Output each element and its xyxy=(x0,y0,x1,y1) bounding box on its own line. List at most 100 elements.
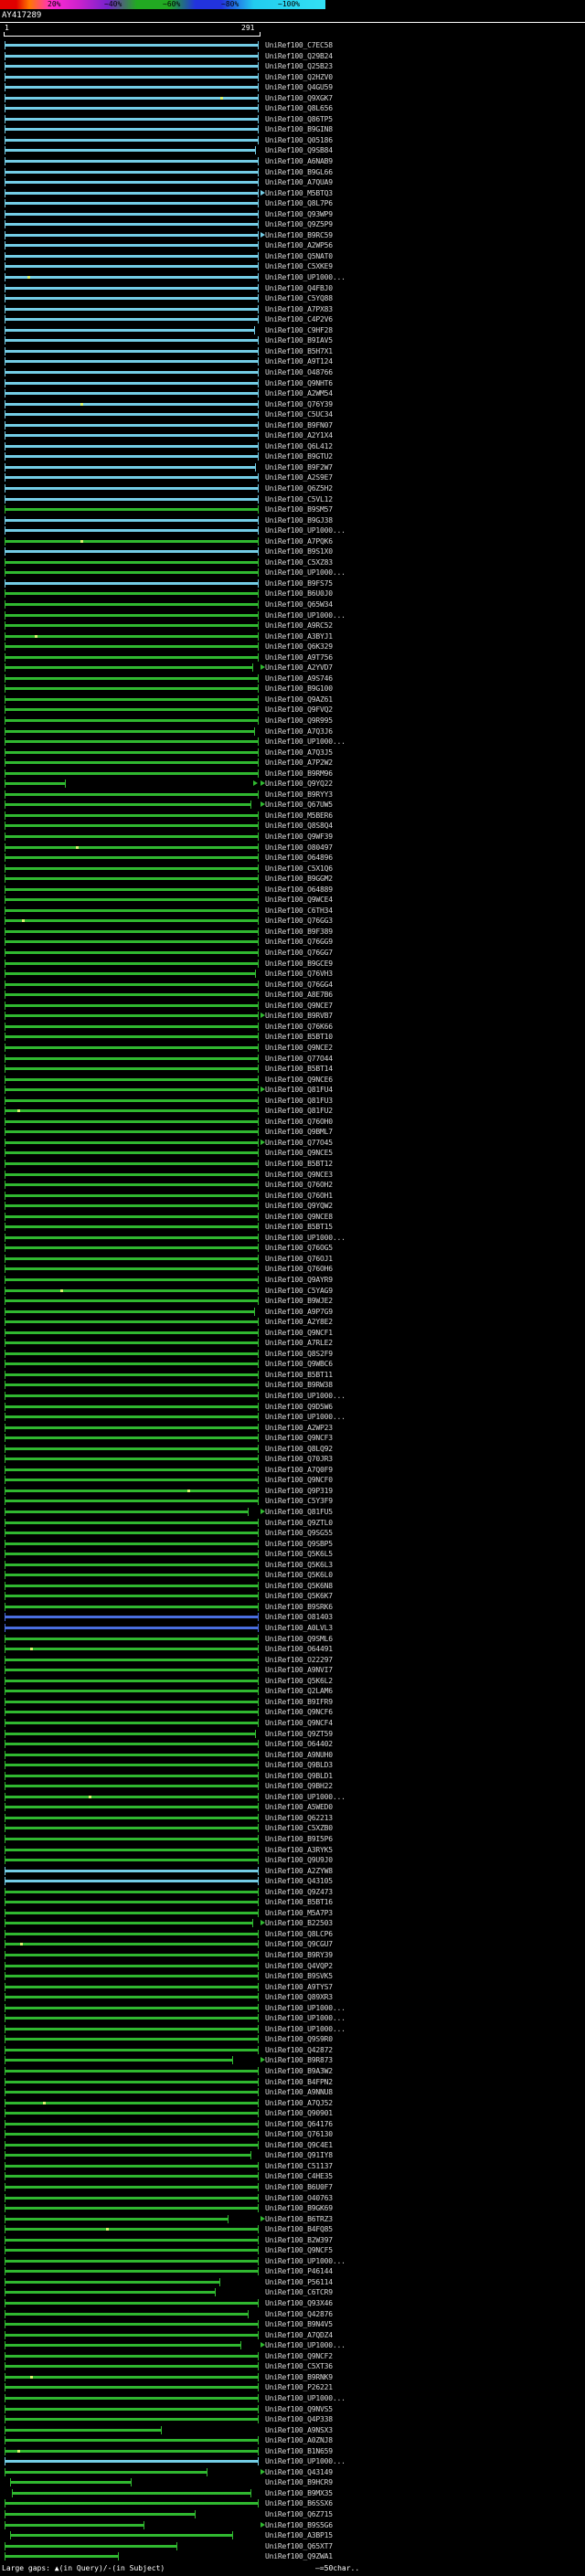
hit-label[interactable]: UniRef100_Q4FBJ0 xyxy=(265,284,333,292)
hit-label[interactable]: UniRef100_Q9ZWA1 xyxy=(265,2553,333,2560)
alignment-row[interactable]: UniRef100_UP1000... xyxy=(0,1412,585,1423)
hit-bar[interactable] xyxy=(5,782,66,786)
hit-bar[interactable] xyxy=(5,919,259,923)
alignment-row[interactable]: UniRef100_Q4GU59 xyxy=(0,82,585,93)
alignment-row[interactable]: UniRef100_B9IFR9 xyxy=(0,1697,585,1708)
hit-bar[interactable] xyxy=(5,1848,259,1851)
alignment-row[interactable]: UniRef100_B5BT11 xyxy=(0,1370,585,1381)
alignment-row[interactable]: UniRef100_Q9U9J0 xyxy=(0,1855,585,1866)
alignment-row[interactable]: UniRef100_Q9BLD3 xyxy=(0,1760,585,1771)
hit-bar[interactable] xyxy=(5,44,259,47)
hit-bar[interactable] xyxy=(5,286,259,290)
alignment-row[interactable]: UniRef100_A9RC52 xyxy=(0,620,585,631)
hit-label[interactable]: UniRef100_B9I5P6 xyxy=(265,1835,333,1843)
alignment-row[interactable]: UniRef100_B9RNK9 xyxy=(0,2372,585,2383)
hit-label[interactable]: UniRef100_Q9P319 xyxy=(265,1487,333,1495)
alignment-row[interactable]: UniRef100_Q8S2F9 xyxy=(0,1349,585,1360)
hit-bar[interactable] xyxy=(5,1953,259,1956)
hit-bar[interactable] xyxy=(5,297,259,301)
hit-label[interactable]: UniRef100_UP1000... xyxy=(265,2025,346,2033)
hit-bar[interactable] xyxy=(5,2460,259,2464)
hit-bar[interactable] xyxy=(5,2143,259,2147)
alignment-row[interactable]: UniRef100_Q76OH0 xyxy=(0,1117,585,1128)
hit-label[interactable]: UniRef100_Q42872 xyxy=(265,2046,333,2054)
alignment-row[interactable]: UniRef100_A7PQK6 xyxy=(0,536,585,547)
hit-bar[interactable] xyxy=(5,824,259,828)
alignment-row[interactable]: UniRef100_Q65W34 xyxy=(0,599,585,610)
hit-label[interactable]: UniRef100_Q43149 xyxy=(265,2468,333,2476)
hit-label[interactable]: UniRef100_O64402 xyxy=(265,1741,333,1748)
hit-label[interactable]: UniRef100_A8E7B6 xyxy=(265,991,333,999)
hit-bar[interactable] xyxy=(5,740,259,744)
hit-label[interactable]: UniRef100_Q9NCE7 xyxy=(265,1002,333,1010)
hit-bar[interactable] xyxy=(5,1362,259,1366)
hit-label[interactable]: UniRef100_Q5NAT0 xyxy=(265,252,333,260)
hit-bar[interactable] xyxy=(5,518,259,522)
alignment-row[interactable]: UniRef100_B9GJ38 xyxy=(0,515,585,526)
alignment-row[interactable]: UniRef100_B9SRK6 xyxy=(0,1602,585,1613)
hit-bar[interactable] xyxy=(5,729,255,733)
hit-bar[interactable] xyxy=(5,1542,259,1545)
hit-label[interactable]: UniRef100_B9GTU2 xyxy=(265,453,333,461)
alignment-row[interactable]: UniRef100_Q9AYR9 xyxy=(0,1275,585,1286)
alignment-row[interactable]: UniRef100_A2WP56 xyxy=(0,240,585,251)
hit-label[interactable]: UniRef100_Q9ZTL0 xyxy=(265,1519,333,1527)
hit-bar[interactable] xyxy=(5,845,259,849)
hit-bar[interactable] xyxy=(5,1119,259,1123)
hit-label[interactable]: UniRef100_Q2HZV0 xyxy=(265,73,333,81)
alignment-row[interactable]: UniRef100_B9RM96 xyxy=(0,769,585,779)
hit-label[interactable]: UniRef100_A9T124 xyxy=(265,358,333,366)
hit-label[interactable]: UniRef100_Q62213 xyxy=(265,1814,333,1822)
alignment-row[interactable]: UniRef100_A2WP23 xyxy=(0,1423,585,1434)
hit-label[interactable]: UniRef100_B9IAV5 xyxy=(265,337,333,345)
hit-label[interactable]: UniRef100_O81403 xyxy=(265,1614,333,1621)
hit-bar[interactable] xyxy=(5,1500,259,1503)
hit-label[interactable]: UniRef100_Q9WF39 xyxy=(265,833,333,841)
hit-bar[interactable] xyxy=(5,803,251,807)
hit-bar[interactable] xyxy=(5,1943,259,1946)
hit-label[interactable]: UniRef100_Q81FU3 xyxy=(265,1097,333,1105)
alignment-row[interactable]: UniRef100_B9GGM2 xyxy=(0,874,585,885)
alignment-row[interactable]: UniRef100_B9GIN8 xyxy=(0,124,585,135)
alignment-row[interactable]: UniRef100_A9T124 xyxy=(0,356,585,367)
hit-bar[interactable] xyxy=(5,265,259,269)
hit-bar[interactable] xyxy=(5,2291,216,2295)
hit-label[interactable]: UniRef100_UP1000... xyxy=(265,2342,346,2349)
hit-label[interactable]: UniRef100_B9GCE9 xyxy=(265,959,333,968)
hit-label[interactable]: UniRef100_Q9S9R0 xyxy=(265,2036,333,2043)
alignment-row[interactable]: UniRef100_A3BYJ1 xyxy=(0,631,585,642)
hit-bar[interactable] xyxy=(5,160,259,164)
hit-label[interactable]: UniRef100_Q76OH2 xyxy=(265,1182,333,1189)
hit-label[interactable]: UniRef100_A3BP15 xyxy=(265,2532,333,2539)
hit-label[interactable]: UniRef100_C9HF28 xyxy=(265,326,333,334)
hit-label[interactable]: UniRef100_B1N659 xyxy=(265,2447,333,2455)
hit-bar[interactable] xyxy=(5,2396,259,2400)
hit-bar[interactable] xyxy=(5,1901,259,1904)
hit-label[interactable]: UniRef100_A0LVL3 xyxy=(265,1625,333,1632)
hit-bar[interactable] xyxy=(5,761,259,765)
hit-bar[interactable] xyxy=(5,360,259,364)
alignment-row[interactable]: UniRef100_Q43105 xyxy=(0,1876,585,1887)
alignment-row[interactable]: UniRef100_B9A3W2 xyxy=(0,2066,585,2077)
hit-bar[interactable] xyxy=(5,539,259,543)
alignment-row[interactable]: UniRef100_C5VL12 xyxy=(0,494,585,505)
hit-bar[interactable] xyxy=(5,666,254,670)
alignment-row[interactable]: UniRef100_C51137 xyxy=(0,2161,585,2172)
hit-label[interactable]: UniRef100_A2ZYW8 xyxy=(265,1867,333,1875)
alignment-row[interactable]: UniRef100_C7EC58 xyxy=(0,40,585,51)
alignment-row[interactable]: UniRef100_UP1000... xyxy=(0,2256,585,2267)
hit-label[interactable]: UniRef100_Q9BLD1 xyxy=(265,1772,333,1780)
hit-bar[interactable] xyxy=(5,602,259,606)
hit-bar[interactable] xyxy=(5,961,259,965)
hit-bar[interactable] xyxy=(5,972,257,976)
alignment-row[interactable]: UniRef100_Q86TP5 xyxy=(0,114,585,125)
hit-label[interactable]: UniRef100_Q9NCF1 xyxy=(265,1329,333,1337)
alignment-row[interactable]: UniRef100_B9WJE2 xyxy=(0,1296,585,1307)
hit-label[interactable]: UniRef100_Q9NCF6 xyxy=(265,1709,333,1716)
alignment-row[interactable]: UniRef100_Q81FU5 xyxy=(0,1507,585,1518)
alignment-row[interactable]: UniRef100_O64491 xyxy=(0,1644,585,1655)
hit-label[interactable]: UniRef100_B6U0F7 xyxy=(265,2184,333,2191)
hit-bar[interactable] xyxy=(5,1458,259,1461)
hit-bar[interactable] xyxy=(5,1098,259,1102)
hit-label[interactable]: UniRef100_A9NNU8 xyxy=(265,2089,333,2096)
